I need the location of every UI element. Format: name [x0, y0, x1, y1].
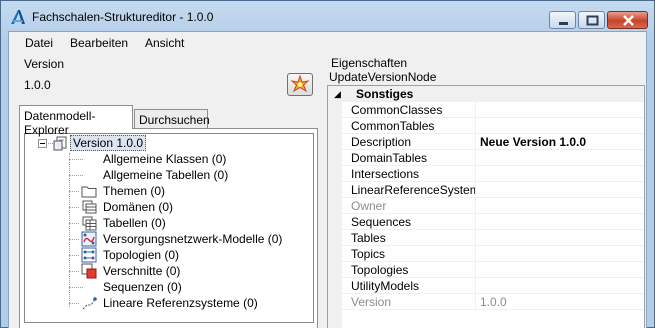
property-name: Version — [351, 295, 392, 309]
intersection-icon — [81, 263, 97, 279]
menu-bearbeiten[interactable]: Bearbeiten — [70, 36, 128, 50]
property-name: Sequences — [351, 215, 412, 229]
property-name: Topics — [351, 247, 386, 261]
property-name: CommonTables — [351, 119, 435, 133]
explorer-panel: Version 1.0.0 Allgemeine Klassen (0) All… — [19, 128, 318, 328]
tree-item-label: Verschnitte (0) — [103, 264, 181, 278]
property-row[interactable]: UtilityModels — [342, 278, 644, 294]
collapse-triangle-icon[interactable]: ◢ — [334, 89, 341, 100]
title-bar[interactable]: Fachschalen-Struktureditor - 1.0.0 — [1, 1, 654, 31]
version-label: Version — [24, 57, 65, 71]
tree-item-label: Topologien (0) — [103, 248, 180, 262]
tree-item-label: Allgemeine Tabellen (0) — [103, 168, 229, 182]
tree-item-label: Tabellen (0) — [103, 216, 166, 230]
linear-reference-icon — [82, 297, 97, 310]
menu-datei[interactable]: Datei — [25, 36, 53, 50]
property-row[interactable]: DomainTables — [342, 150, 644, 166]
folder-icon — [81, 186, 97, 198]
tree-item-label: Sequenzen (0) — [103, 280, 182, 294]
tree-root-label: Version 1.0.0 — [70, 135, 147, 151]
maximize-icon — [586, 15, 599, 26]
property-name: Tables — [351, 231, 386, 245]
client-area: Datei Bearbeiten Ansicht Version 1.0.0 D… — [8, 31, 647, 328]
close-icon — [623, 15, 634, 26]
property-name: DomainTables — [351, 151, 428, 165]
version-value: 1.0.0 — [24, 78, 51, 92]
property-row[interactable]: LinearReferenceSystems — [342, 182, 644, 198]
maximize-button[interactable] — [578, 11, 605, 29]
property-row[interactable]: Version 1.0.0 — [342, 294, 644, 310]
tree-connector — [69, 153, 70, 307]
collapse-toggle[interactable] — [38, 139, 47, 148]
tree-item-label: Themen (0) — [103, 184, 166, 198]
tree-item-label: Versorgungsnetzwerk-Modelle (0) — [103, 232, 283, 246]
property-name: CommonClasses — [351, 103, 443, 117]
properties-object-name: UpdateVersionNode — [329, 70, 437, 84]
category-row[interactable]: ◢ Sonstiges — [328, 86, 644, 102]
property-name: UtilityModels — [351, 279, 420, 293]
property-row[interactable]: CommonClasses — [342, 102, 644, 118]
properties-title: Eigenschaften — [331, 56, 408, 70]
topology-icon — [81, 247, 97, 263]
menu-ansicht[interactable]: Ansicht — [145, 36, 184, 50]
property-value: 1.0.0 — [480, 295, 507, 309]
property-value[interactable]: Neue Version 1.0.0 — [480, 135, 586, 149]
property-row[interactable]: Topics — [342, 246, 644, 262]
utility-network-icon — [81, 231, 97, 247]
property-row[interactable]: Description Neue Version 1.0.0 — [342, 134, 644, 150]
category-label: Sonstiges — [356, 87, 414, 101]
app-window: Fachschalen-Struktureditor - 1.0.0 Datei… — [0, 0, 655, 328]
tree-item-label: Domänen (0) — [103, 200, 174, 214]
property-name: Description — [351, 135, 412, 149]
tab-durchsuchen[interactable]: Durchsuchen — [134, 109, 210, 130]
tree-item-label: Lineare Referenzsysteme (0) — [103, 296, 258, 310]
menu-bar: Datei Bearbeiten Ansicht — [9, 32, 646, 54]
property-grid[interactable]: ◢ Sonstiges CommonClasses CommonTables D… — [327, 85, 645, 328]
tree-view[interactable]: Version 1.0.0 Allgemeine Klassen (0) All… — [24, 133, 314, 323]
new-version-star-icon — [290, 74, 310, 93]
property-name: Topologies — [351, 263, 409, 277]
property-row[interactable]: CommonTables — [342, 118, 644, 134]
property-row[interactable]: Topologies — [342, 262, 644, 278]
property-name: Intersections — [351, 167, 420, 181]
new-version-button[interactable] — [287, 73, 313, 96]
window-title: Fachschalen-Struktureditor - 1.0.0 — [32, 10, 214, 24]
property-row[interactable]: Tables — [342, 230, 644, 246]
tree-item-label: Allgemeine Klassen (0) — [103, 152, 227, 166]
autodesk-logo-icon — [11, 10, 25, 24]
grid-gutter — [328, 86, 342, 328]
table-icon — [82, 216, 97, 231]
minimize-icon — [559, 22, 568, 25]
property-row[interactable]: Intersections — [342, 166, 644, 182]
property-name: Owner — [351, 199, 387, 213]
close-button[interactable] — [607, 11, 648, 29]
property-name: LinearReferenceSystems — [351, 183, 475, 197]
property-row[interactable]: Owner — [342, 198, 644, 214]
domain-table-icon — [82, 200, 97, 214]
property-row[interactable]: Sequences — [342, 214, 644, 230]
tab-datenmodell-explorer[interactable]: Datenmodell-Explorer — [19, 105, 133, 137]
minimize-button[interactable] — [549, 11, 576, 29]
version-icon — [53, 136, 67, 151]
